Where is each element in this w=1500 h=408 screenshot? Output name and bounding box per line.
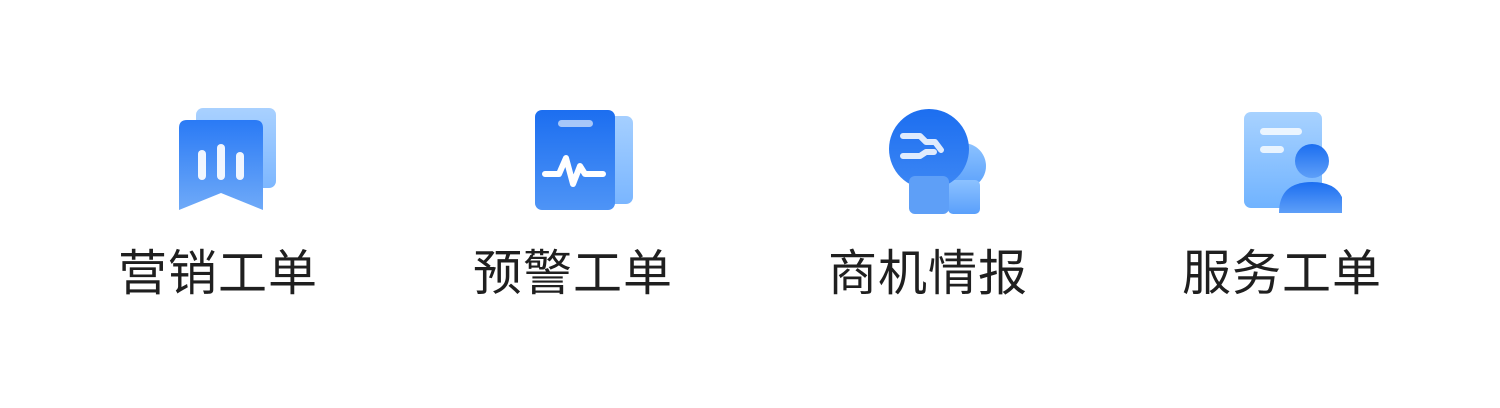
menu-item-label: 营销工单: [117, 245, 318, 302]
menu-item-label: 商机情报: [827, 245, 1028, 302]
menu-item-marketing-order[interactable]: 营销工单: [88, 100, 348, 310]
menu-item-alert-order[interactable]: 预警工单: [443, 100, 703, 310]
menu-item-label: 服务工单: [1181, 245, 1382, 302]
work-order-menu: 营销工单 预警工单 商机情报 服务工单: [0, 0, 1500, 408]
marketing-chart-icon: [158, 100, 278, 220]
service-person-icon: [1222, 100, 1342, 220]
menu-item-label: 预警工单: [472, 245, 673, 302]
alert-pulse-icon: [513, 100, 633, 220]
lightbulb-insight-icon: [868, 100, 988, 220]
menu-item-business-intel[interactable]: 商机情报: [798, 100, 1058, 310]
menu-item-service-order[interactable]: 服务工单: [1152, 100, 1412, 310]
